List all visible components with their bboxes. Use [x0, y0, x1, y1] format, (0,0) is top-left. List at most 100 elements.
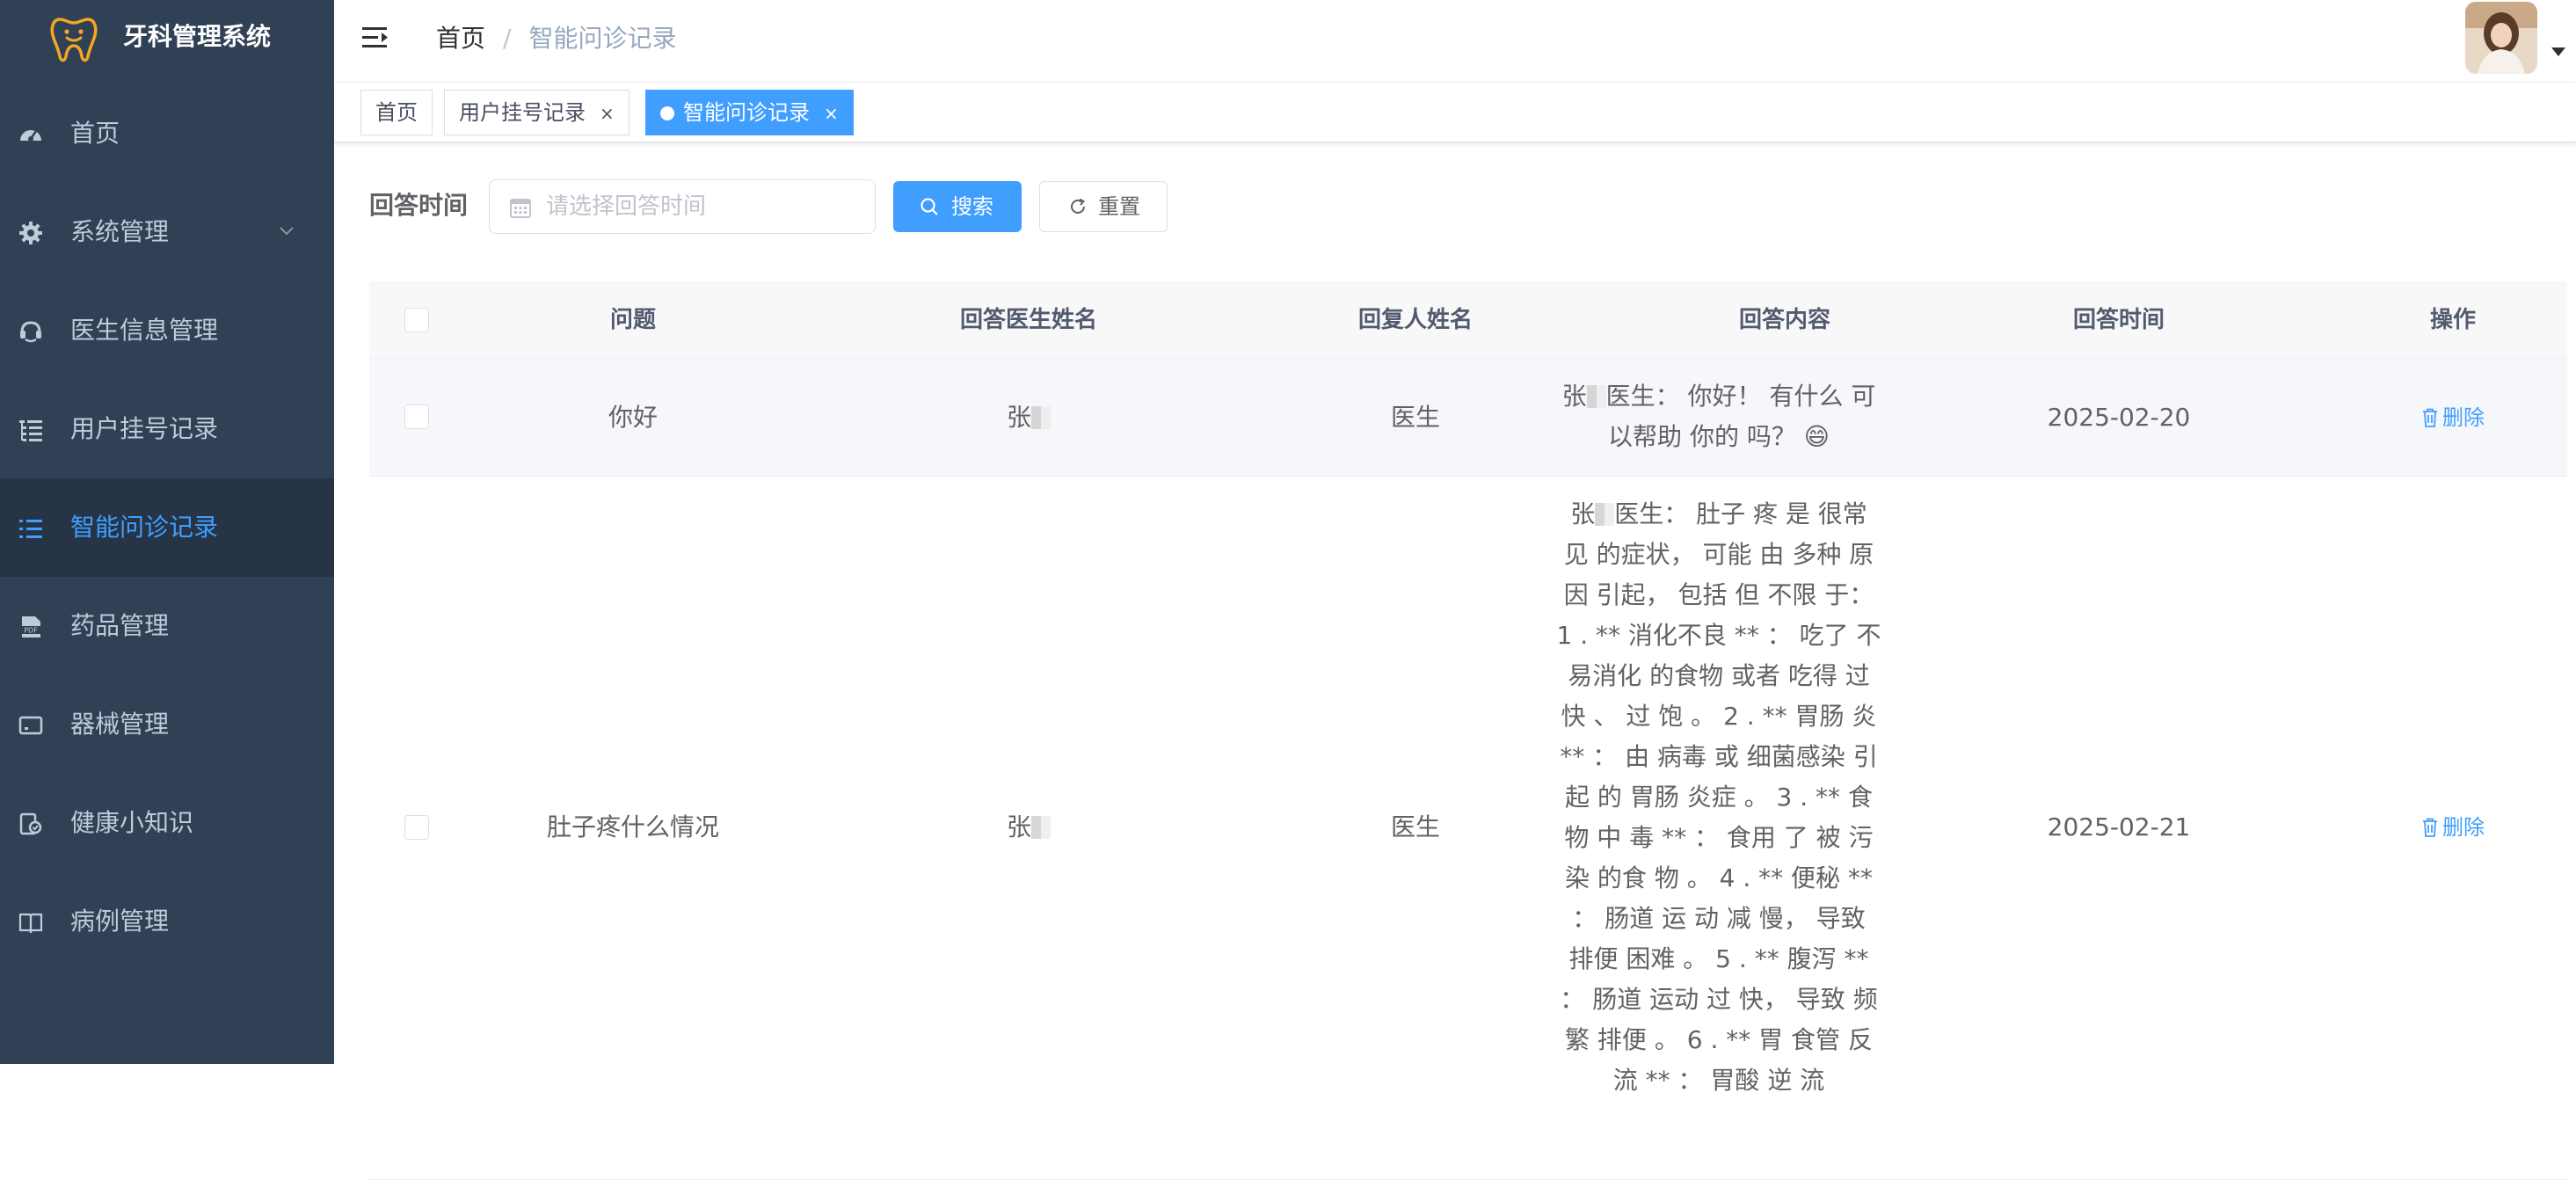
sidebar-item-system[interactable]: 系统管理	[0, 183, 334, 281]
consultation-table: 问题 回答医生姓名 回复人姓名 回答内容 回答时间 操作 你好 张 医生 张医生…	[369, 281, 2567, 1180]
tags-view: 首页 用户挂号记录 × 智能问诊记录 ×	[334, 83, 2576, 142]
tag-registration[interactable]: 用户挂号记录 ×	[444, 90, 629, 135]
breadcrumb-current: 智能问诊记录	[528, 24, 677, 53]
answer-time-label: 回答时间	[369, 191, 469, 220]
cell-content: 张医生： 你好！ 有什么 可以帮助 你的 吗？ 😄	[1556, 376, 1881, 457]
content-text: 医生： 肚子 疼 是 很常 见 的症状， 可能 由 多种 原 因 引起， 包括 …	[1556, 499, 1881, 1095]
redacted-mosaic	[1031, 406, 1051, 429]
sidebar-item-consultation[interactable]: 智能问诊记录	[0, 478, 334, 577]
sidebar-item-health-tips[interactable]: 健康小知识	[0, 774, 334, 872]
sidebar-item-label: 智能问诊记录	[70, 513, 219, 542]
sidebar-item-home[interactable]: 首页	[0, 84, 334, 183]
hamburger-icon[interactable]	[360, 23, 390, 53]
row-checkbox[interactable]	[404, 404, 429, 429]
sidebar-item-label: 用户挂号记录	[70, 414, 219, 443]
column-header-question: 问题	[609, 307, 656, 333]
cell-doctor: 张	[862, 397, 1196, 438]
cell-replier: 医生	[1390, 403, 1440, 432]
monitor-icon	[18, 716, 43, 735]
date-placeholder: 请选择回答时间	[546, 193, 707, 220]
column-header-content: 回答内容	[1738, 307, 1830, 333]
navbar: 首页 / 智能问诊记录	[334, 0, 2576, 83]
pdf-icon: PDF	[20, 616, 41, 637]
cell-content: 张医生： 肚子 疼 是 很常 见 的症状， 可能 由 多种 原 因 引起， 包括…	[1556, 494, 1881, 1101]
breadcrumb-separator: /	[503, 24, 512, 53]
search-icon	[921, 198, 938, 215]
content-prefix: 张	[1561, 382, 1587, 411]
column-header-time: 回答时间	[2072, 307, 2165, 333]
cell-doctor: 张	[862, 807, 1196, 848]
close-icon[interactable]: ×	[600, 103, 615, 124]
sidebar-item-label: 病例管理	[70, 907, 170, 936]
logo[interactable]: 牙科管理系统	[0, 0, 334, 76]
delete-button[interactable]: 删除	[2356, 807, 2550, 848]
doctor-name: 张	[1006, 812, 1031, 841]
delete-button[interactable]: 删除	[2356, 397, 2550, 438]
column-header-doctor: 回答医生姓名	[959, 307, 1097, 333]
close-icon[interactable]: ×	[824, 103, 839, 124]
tag-label: 智能问诊记录	[683, 100, 810, 125]
trash-icon	[2423, 818, 2437, 837]
sidebar-item-equipment[interactable]: 器械管理	[0, 675, 334, 774]
column-header-replier: 回复人姓名	[1357, 307, 1473, 333]
sidebar-item-label: 健康小知识	[70, 808, 194, 837]
search-button-label: 搜索	[951, 194, 993, 219]
tag-label: 首页	[375, 100, 418, 125]
select-all-checkbox[interactable]	[404, 308, 429, 332]
sidebar-item-doctor[interactable]: 医生信息管理	[0, 281, 334, 380]
reset-button[interactable]: 重置	[1039, 181, 1168, 232]
table-row: 你好 张 医生 张医生： 你好！ 有什么 可以帮助 你的 吗？ 😄 2025-0…	[369, 359, 2567, 477]
sidebar-item-label: 系统管理	[70, 217, 170, 246]
cell-time: 2025-02-21	[2047, 812, 2191, 841]
sidebar-item-medicine[interactable]: PDF 药品管理	[0, 577, 334, 675]
caret-down-icon[interactable]	[2551, 47, 2565, 56]
doctor-name: 张	[1006, 403, 1031, 432]
avatar[interactable]	[2465, 2, 2537, 74]
answer-time-date-picker[interactable]: 请选择回答时间	[489, 179, 876, 234]
redacted-mosaic	[1586, 385, 1606, 408]
breadcrumb-home[interactable]: 首页	[436, 24, 485, 53]
app-title: 牙科管理系统	[123, 22, 272, 51]
refresh-icon	[1071, 198, 1086, 214]
sidebar-item-label: 首页	[70, 119, 120, 148]
education-icon	[19, 812, 42, 835]
content-text: 医生： 你好！ 有什么 可以帮助 你的 吗？ 😄	[1605, 382, 1876, 451]
sidebar-item-label: 医生信息管理	[70, 316, 219, 345]
sidebar-item-cases[interactable]: 病例管理	[0, 872, 334, 971]
tag-consultation[interactable]: 智能问诊记录 ×	[645, 90, 854, 135]
calendar-icon	[510, 199, 531, 218]
search-button[interactable]: 搜索	[893, 181, 1022, 232]
tree-table-icon	[19, 420, 42, 441]
book-icon	[18, 913, 43, 934]
sidebar-item-label: 器械管理	[70, 710, 170, 739]
chevron-down-icon	[280, 227, 294, 236]
svg-text:PDF: PDF	[24, 627, 38, 635]
cell-question: 你好	[608, 403, 658, 432]
cell-replier: 医生	[1390, 812, 1440, 841]
sidebar-item-registration[interactable]: 用户挂号记录	[0, 380, 334, 478]
reset-button-label: 重置	[1098, 194, 1140, 219]
cell-time: 2025-02-20	[2047, 403, 2191, 432]
list-icon	[19, 520, 42, 538]
delete-label: 删除	[2442, 815, 2485, 840]
avatar-image	[2465, 2, 2537, 74]
active-dot-icon	[660, 106, 674, 120]
breadcrumb: 首页 / 智能问诊记录	[436, 19, 676, 58]
doctor-icon	[20, 321, 41, 343]
dashboard-icon	[20, 130, 41, 142]
tooth-logo-icon	[50, 18, 98, 62]
content-prefix: 张	[1570, 499, 1596, 528]
tag-label: 用户挂号记录	[459, 100, 586, 125]
row-checkbox[interactable]	[404, 815, 429, 840]
table-header: 问题 回答医生姓名 回复人姓名 回答内容 回答时间 操作	[369, 281, 2567, 359]
cell-question: 肚子疼什么情况	[546, 812, 719, 841]
delete-label: 删除	[2442, 405, 2485, 430]
redacted-mosaic	[1031, 816, 1051, 839]
redacted-mosaic	[1595, 503, 1615, 526]
tag-home[interactable]: 首页	[360, 90, 433, 135]
table-row: 肚子疼什么情况 张 医生 张医生： 肚子 疼 是 很常 见 的症状， 可能 由 …	[369, 477, 2567, 1180]
gear-icon	[19, 222, 42, 244]
sidebar-item-label: 药品管理	[70, 611, 170, 640]
column-header-actions: 操作	[2429, 307, 2476, 333]
sidebar: 牙科管理系统 首页 系统管理 医生信息管理 用户挂号记录 智能问诊记录 PDF …	[0, 0, 334, 1064]
